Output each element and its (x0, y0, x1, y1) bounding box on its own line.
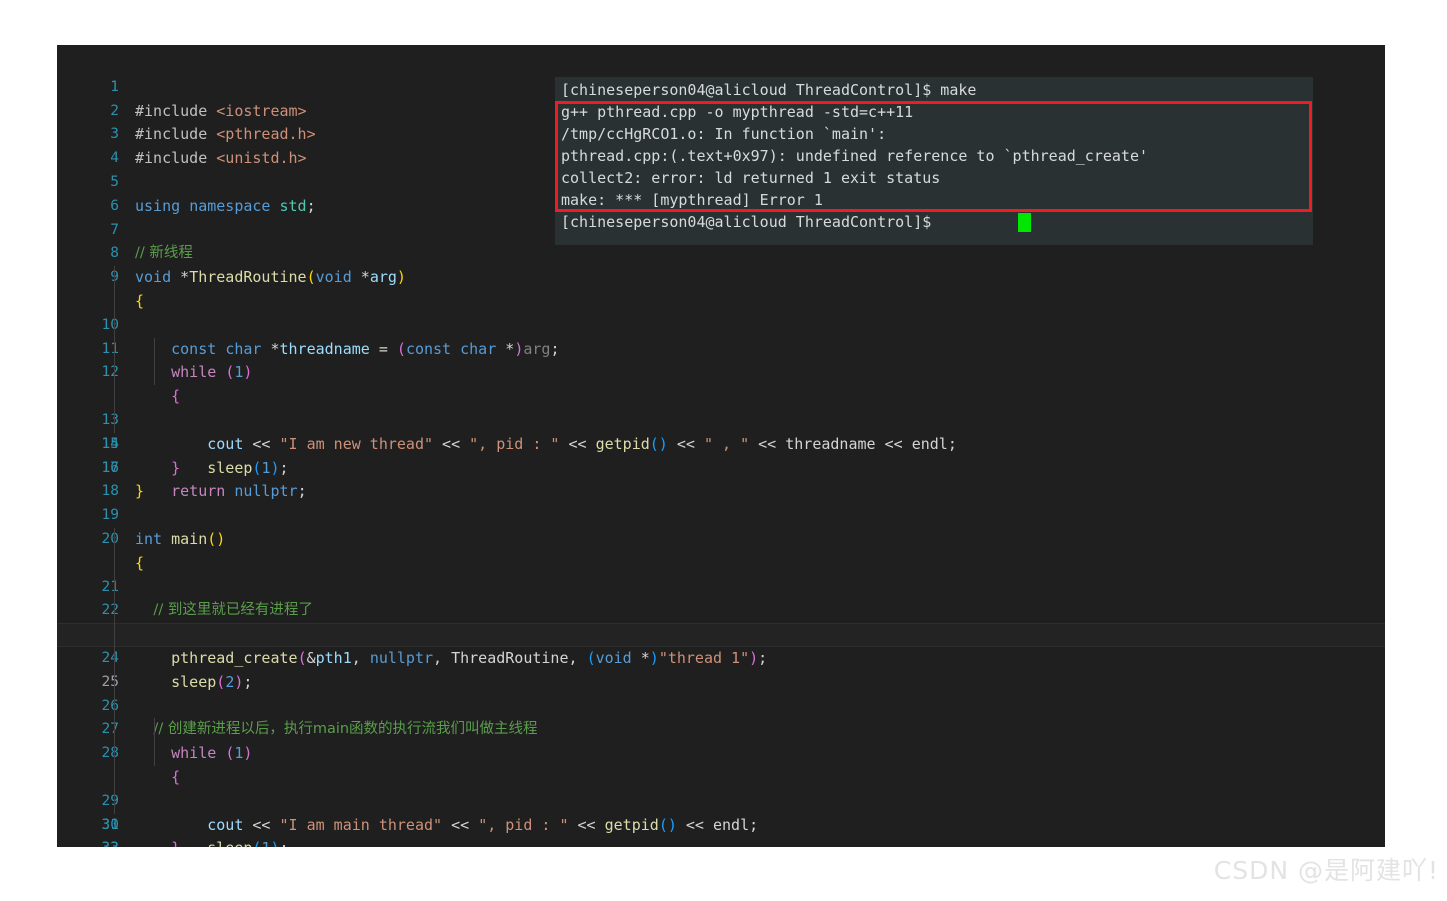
indent-guide (114, 670, 115, 695)
indent-guide (154, 742, 155, 766)
code-line[interactable]: 10 const char *threadname = (const char … (57, 266, 1385, 358)
indent-guide (114, 313, 115, 338)
indent-guide (114, 765, 115, 790)
indent-guide (154, 718, 155, 743)
terminal-line-prompt-make: [chineseperson04@alicloud ThreadControl]… (561, 81, 977, 99)
indent-guide (114, 361, 115, 386)
indent-guide (114, 599, 115, 624)
code-line[interactable]: 32 return 0; (57, 789, 1385, 847)
code-line[interactable]: 15 } (57, 385, 1385, 477)
code-line[interactable]: 12 { (57, 313, 1385, 405)
code-line[interactable]: 19 int main() (57, 480, 1385, 548)
indent-guide (114, 408, 115, 433)
code-line[interactable]: 16 return nullptr; (57, 408, 1385, 500)
code-line[interactable]: 23 pthread_create(&pth1, nullptr, Thread… (57, 575, 1385, 667)
code-line[interactable]: 33 } (57, 814, 1385, 847)
code-line[interactable]: 22 pthread_t pth1; (57, 551, 1385, 643)
indent-guide (114, 623, 115, 647)
indent-guide (114, 527, 115, 552)
indent-guide (114, 718, 115, 743)
code-line[interactable]: 26 // 创建新进程以后，执行main函数的执行流我们叫做主线程 (57, 646, 1385, 737)
terminal-line-in-function: /tmp/ccHgRCO1.o: In function `main': (561, 125, 887, 143)
terminal-line-make-error: make: *** [mypthread] Error 1 (561, 191, 823, 209)
terminal-line-compile: g++ pthread.cpp -o mypthread -std=c++11 (561, 103, 914, 121)
code-line[interactable]: 20 { (57, 504, 1385, 572)
terminal-line-prompt-idle: [chineseperson04@alicloud ThreadControl]… (561, 213, 941, 231)
code-line[interactable]: 28 { (57, 694, 1385, 786)
indent-guide (114, 385, 115, 409)
terminal-output: [chineseperson04@alicloud ThreadControl]… (555, 77, 1313, 233)
code-line[interactable]: 30 sleep(1); (57, 742, 1385, 847)
code-line[interactable]: 21 // 到这里就已经有进程了 (57, 527, 1385, 618)
code-line-current[interactable]: 25 (57, 623, 1385, 690)
terminal-line-undefined-reference: pthread.cpp:(.text+0x97): undefined refe… (561, 147, 1148, 165)
indent-guide (114, 337, 115, 362)
indent-guide (114, 646, 115, 671)
indent-guide (114, 789, 115, 814)
indent-guide (114, 694, 115, 719)
code-line[interactable]: 17 } (57, 433, 1385, 501)
code-line[interactable]: 14 sleep(1); (57, 361, 1385, 477)
code-line[interactable]: 13 cout << "I am new thread" << ", pid :… (57, 337, 1385, 453)
code-line[interactable]: 1 #include <iostream> (57, 52, 1385, 120)
indent-guide (114, 742, 115, 766)
csdn-watermark: CSDN @是阿建吖! (1213, 856, 1439, 885)
indent-guide (114, 289, 115, 314)
code-line[interactable]: 24 sleep(2); (57, 599, 1385, 691)
terminal-line-collect2-error: collect2: error: ld returned 1 exit stat… (561, 169, 941, 187)
indent-guide (154, 361, 155, 386)
code-line[interactable]: 27 while (1) (57, 670, 1385, 762)
code-line[interactable]: 29 cout << "I am main thread" << ", pid … (57, 718, 1385, 834)
indent-guide (114, 575, 115, 600)
code-line[interactable]: 11 while (1) (57, 289, 1385, 381)
code-line[interactable]: 31 } (57, 765, 1385, 847)
indent-guide (114, 266, 115, 290)
code-line[interactable]: 9 { (57, 242, 1385, 310)
indent-guide (154, 337, 155, 362)
code-line[interactable]: 18 (57, 457, 1385, 499)
terminal-overlay[interactable]: [chineseperson04@alicloud ThreadControl]… (555, 77, 1313, 245)
indent-guide (114, 551, 115, 576)
line-number: 33 (57, 837, 119, 847)
terminal-cursor (1018, 213, 1031, 232)
line-content: } (135, 837, 1385, 847)
